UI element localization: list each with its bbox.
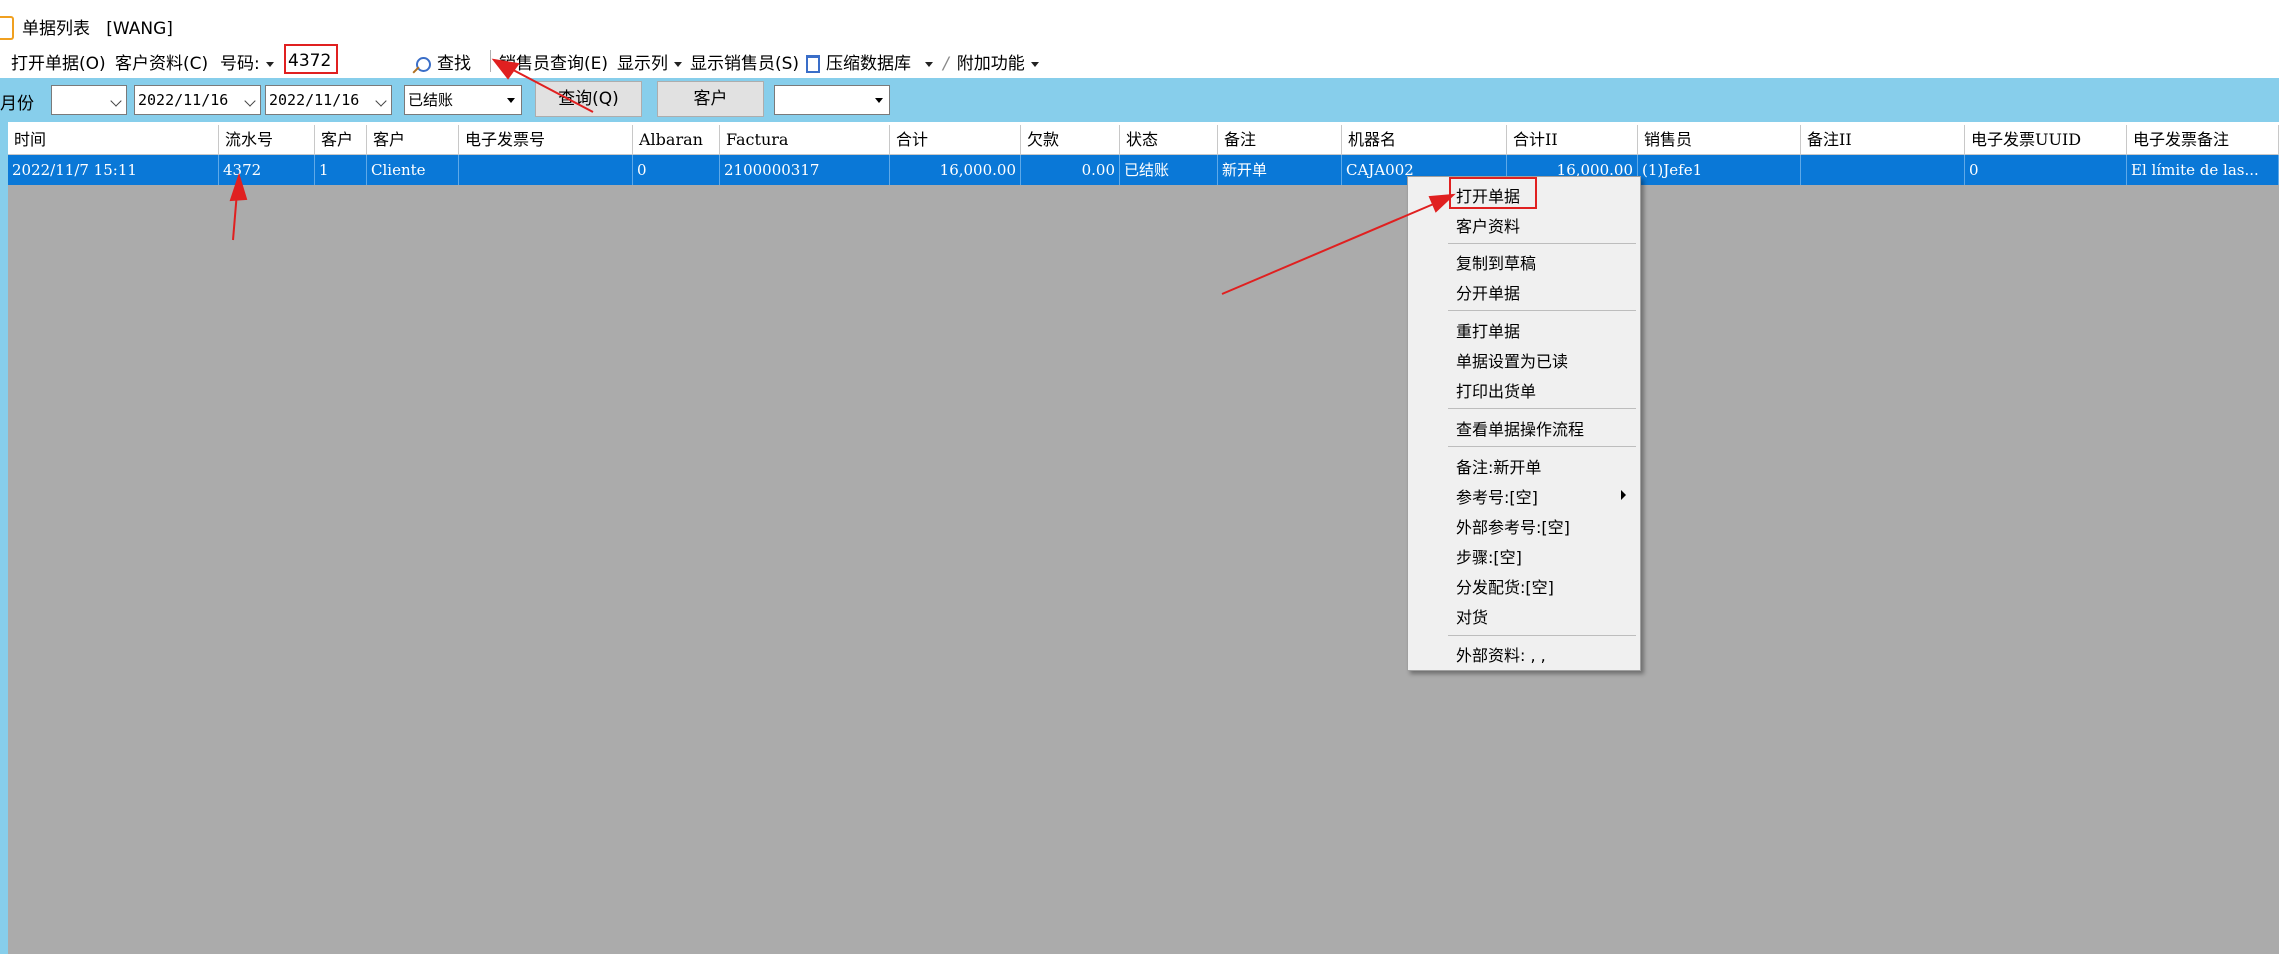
chevron-down-icon bbox=[244, 95, 256, 107]
documents-table[interactable]: 时间 流水号 客户 客户 电子发票号 Albaran Factura 合计 欠款… bbox=[8, 125, 2279, 954]
cell-customer: Cliente bbox=[367, 155, 459, 185]
column-header[interactable]: 电子发票UUID bbox=[1965, 125, 2127, 155]
menu-item-print-delivery[interactable]: 打印出货单 bbox=[1456, 378, 1536, 402]
column-header[interactable]: 客户 bbox=[367, 125, 459, 155]
column-header[interactable]: Albaran bbox=[633, 125, 720, 155]
window-title: 单据列表 [WANG] bbox=[22, 19, 173, 39]
date-from-picker[interactable]: 2022/11/16 bbox=[134, 85, 261, 115]
month-select[interactable] bbox=[51, 85, 127, 115]
column-header[interactable]: 备注II bbox=[1801, 125, 1965, 155]
chevron-down-icon bbox=[674, 61, 682, 67]
column-header[interactable]: 流水号 bbox=[219, 125, 315, 155]
column-header[interactable]: 机器名 bbox=[1342, 125, 1507, 155]
column-header[interactable]: 备注 bbox=[1218, 125, 1342, 155]
document-list-icon bbox=[0, 16, 14, 40]
chevron-down-icon bbox=[375, 95, 387, 107]
context-menu: 打开单据 客户资料 复制到草稿 分开单据 重打单据 单据设置为已读 打印出货单 … bbox=[1407, 176, 1641, 671]
chevron-down-icon bbox=[1030, 61, 1039, 67]
menu-gutter bbox=[1408, 177, 1444, 670]
toolbar: 打开单据(O) 客户资料(C) 号码: 4372 查找 销售员查询(E) 显示列… bbox=[0, 44, 2279, 78]
column-header[interactable]: 销售员 bbox=[1638, 125, 1801, 155]
chevron-down-icon bbox=[925, 61, 933, 67]
column-header[interactable]: 客户 bbox=[315, 125, 367, 155]
column-header[interactable]: 欠款 bbox=[1021, 125, 1120, 155]
dropdown-arrow-icon bbox=[507, 98, 515, 103]
menu-item-ref-no[interactable]: 参考号:[空] bbox=[1456, 484, 1538, 508]
compress-db-dropdown[interactable]: 压缩数据库 bbox=[806, 49, 933, 74]
menu-item-customer-info[interactable]: 客户资料 bbox=[1456, 213, 1520, 237]
table-header: 时间 流水号 客户 客户 电子发票号 Albaran Factura 合计 欠款… bbox=[8, 125, 2279, 155]
cell-note: 新开单 bbox=[1218, 155, 1342, 185]
chevron-down-icon bbox=[265, 61, 274, 67]
open-doc-button[interactable]: 打开单据(O) bbox=[11, 49, 106, 74]
cell-customer-id: 1 bbox=[315, 155, 367, 185]
menu-item-reprint[interactable]: 重打单据 bbox=[1456, 318, 1520, 342]
cell-factura: 2100000317 bbox=[720, 155, 890, 185]
menu-item-mark-read[interactable]: 单据设置为已读 bbox=[1456, 348, 1568, 372]
cell-status: 已结账 bbox=[1120, 155, 1218, 185]
menu-item-view-flow[interactable]: 查看单据操作流程 bbox=[1456, 416, 1584, 440]
menu-item-external-ref[interactable]: 外部参考号:[空] bbox=[1456, 514, 1570, 538]
show-columns-dropdown[interactable]: 显示列 bbox=[617, 49, 682, 74]
column-header[interactable]: 电子发票备注 bbox=[2127, 125, 2279, 155]
menu-separator bbox=[1448, 635, 1636, 636]
title-bar: 单据列表 [WANG] bbox=[0, 0, 2279, 48]
submenu-arrow-icon bbox=[1621, 490, 1626, 500]
menu-item-note[interactable]: 备注:新开单 bbox=[1456, 454, 1541, 478]
query-button[interactable]: 查询(Q) bbox=[535, 81, 642, 117]
show-salesperson-button[interactable]: 显示销售员(S) bbox=[690, 49, 799, 74]
table-row[interactable]: 2022/11/7 15:11 4372 1 Cliente 0 2100000… bbox=[8, 155, 2279, 185]
menu-item-distribution[interactable]: 分发配货:[空] bbox=[1456, 574, 1554, 598]
status-select[interactable]: 已结账 bbox=[404, 85, 522, 115]
menu-separator bbox=[1448, 243, 1636, 244]
column-header[interactable]: 状态 bbox=[1120, 125, 1218, 155]
cell-total: 16,000.00 bbox=[890, 155, 1021, 185]
filter-bar: 月份 2022/11/16 2022/11/16 已结账 查询(Q) 客户 bbox=[0, 78, 2279, 122]
cell-debt: 0.00 bbox=[1021, 155, 1120, 185]
dropdown-arrow-icon bbox=[875, 98, 883, 103]
customer-button[interactable]: 客户 bbox=[657, 81, 764, 117]
column-header[interactable]: 时间 bbox=[8, 125, 219, 155]
search-button[interactable]: 查找 bbox=[412, 49, 471, 74]
menu-item-external-info[interactable]: 外部资料: , , bbox=[1456, 642, 1546, 666]
cell-einvoice-note: El límite de las... bbox=[2127, 155, 2279, 185]
cell-einvoice-uuid: 0 bbox=[1965, 155, 2127, 185]
menu-separator bbox=[1448, 446, 1636, 447]
cell-time: 2022/11/7 15:11 bbox=[8, 155, 219, 185]
extra-icon: / bbox=[943, 54, 949, 74]
chevron-down-icon bbox=[110, 95, 122, 107]
cell-einvoice-no bbox=[459, 155, 633, 185]
menu-item-check-goods[interactable]: 对货 bbox=[1456, 604, 1488, 628]
column-header[interactable]: 合计 bbox=[890, 125, 1021, 155]
column-header[interactable]: 合计II bbox=[1507, 125, 1638, 155]
extra-features-dropdown[interactable]: / 附加功能 bbox=[943, 49, 1039, 74]
date-to-picker[interactable]: 2022/11/16 bbox=[265, 85, 392, 115]
menu-separator bbox=[1448, 310, 1636, 311]
cell-salesperson: (1)Jefe1 bbox=[1638, 155, 1801, 185]
number-label[interactable]: 号码: bbox=[220, 49, 274, 74]
menu-item-step[interactable]: 步骤:[空] bbox=[1456, 544, 1522, 568]
cell-note-ii bbox=[1801, 155, 1965, 185]
salesperson-query-button[interactable]: 销售员查询(E) bbox=[499, 49, 608, 74]
column-header[interactable]: 电子发票号 bbox=[459, 125, 633, 155]
toolbar-divider bbox=[490, 50, 491, 72]
customer-info-button[interactable]: 客户资料(C) bbox=[115, 49, 208, 74]
cell-albaran: 0 bbox=[633, 155, 720, 185]
trash-icon bbox=[806, 55, 820, 73]
column-header[interactable]: Factura bbox=[720, 125, 890, 155]
cell-serial: 4372 bbox=[219, 155, 315, 185]
month-label: 月份 bbox=[0, 94, 34, 114]
search-icon bbox=[412, 56, 431, 74]
customer-select[interactable] bbox=[774, 85, 890, 115]
menu-item-copy-to-draft[interactable]: 复制到草稿 bbox=[1456, 250, 1536, 274]
menu-item-split-doc[interactable]: 分开单据 bbox=[1456, 280, 1520, 304]
number-input[interactable]: 4372 bbox=[284, 44, 338, 74]
menu-separator bbox=[1448, 408, 1636, 409]
left-edge bbox=[0, 122, 8, 954]
highlight-box bbox=[1449, 177, 1537, 209]
